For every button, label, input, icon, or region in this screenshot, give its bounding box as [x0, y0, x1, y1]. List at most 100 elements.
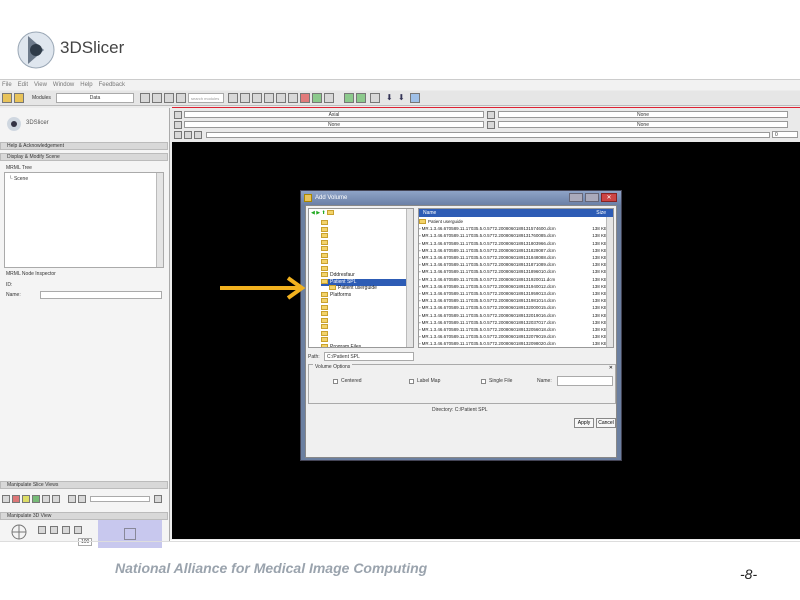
fg-pin-icon[interactable]	[174, 121, 182, 129]
file-list[interactable]: Name Size Patient userguide ▫MR.1.3.46.67…	[418, 208, 614, 348]
menu-file[interactable]: File	[2, 82, 12, 88]
search-icon[interactable]	[176, 93, 186, 103]
tree-nav-icons[interactable]: ◀ ▶ ⬆	[311, 210, 351, 217]
menu-view[interactable]: View	[34, 82, 47, 88]
name-column-header[interactable]: Name	[419, 210, 436, 216]
maximize-icon[interactable]	[585, 193, 599, 202]
rock-icon[interactable]	[50, 526, 58, 534]
label-map-checkbox[interactable]	[409, 379, 414, 384]
right-view-selector-1[interactable]: None	[498, 111, 788, 118]
transform-icon[interactable]	[252, 93, 262, 103]
help-section-header[interactable]: Help & Acknowledgement	[0, 142, 168, 150]
next-module-icon[interactable]	[152, 93, 162, 103]
volume-name-input[interactable]	[557, 376, 613, 386]
3d-view-navigator[interactable]	[98, 520, 162, 548]
node-name-input[interactable]	[40, 291, 162, 299]
zoom-field[interactable]: 100	[78, 538, 93, 546]
right-view-selector-2[interactable]: None	[498, 121, 788, 128]
models-icon[interactable]	[276, 93, 286, 103]
stereo-icon[interactable]	[74, 526, 82, 534]
menu-feedback[interactable]: Feedback	[99, 82, 125, 88]
layout-icon[interactable]	[312, 93, 322, 103]
slice-bg-icon[interactable]	[78, 495, 86, 503]
view-fourup-icon[interactable]	[356, 93, 366, 103]
history-icon[interactable]	[164, 93, 174, 103]
file-row[interactable]: ▫MR.1.3.46.670589.11.17035.5.0.5772.2008…	[419, 240, 607, 247]
file-row[interactable]: ▫MR.1.3.46.670589.11.17035.5.0.5772.2008…	[419, 276, 607, 283]
pan-icon[interactable]	[240, 93, 250, 103]
file-row[interactable]: ▫MR.1.3.46.670589.11.17035.5.0.5772.2008…	[419, 247, 607, 254]
collapse-icon[interactable]: ✕	[609, 365, 613, 371]
scene-tree-item[interactable]: └ Scene	[9, 176, 28, 182]
menu-help[interactable]: Help	[80, 82, 92, 88]
file-row[interactable]: ▫MR.1.3.46.670589.11.17035.5.0.5772.2008…	[419, 297, 607, 304]
module-search-input[interactable]: search modules	[188, 93, 224, 103]
crosshair-icon[interactable]	[324, 93, 334, 103]
menu-window[interactable]: Window	[53, 82, 74, 88]
slice-fit-icon[interactable]	[2, 495, 10, 503]
slice-green-icon[interactable]	[32, 495, 40, 503]
file-row[interactable]: ▫MR.1.3.46.670589.11.17035.5.0.5772.2008…	[419, 290, 607, 297]
slice-offset-icon[interactable]	[174, 131, 182, 139]
file-row[interactable]: ▫MR.1.3.46.670589.11.17035.5.0.5772.2008…	[419, 225, 607, 232]
dialog-titlebar[interactable]: Add Volume ✕	[301, 191, 621, 205]
slice-link-icon[interactable]	[42, 495, 50, 503]
file-row[interactable]: ▫MR.1.3.46.670589.11.17035.5.0.5772.2008…	[419, 312, 607, 319]
manipulate-3d-header[interactable]: Manipulate 3D View	[0, 512, 168, 520]
file-row[interactable]: Patient userguide	[419, 218, 607, 225]
save-scene-icon[interactable]	[14, 93, 24, 103]
tree-item[interactable]: Program Files	[321, 344, 413, 347]
apply-button[interactable]: Apply	[574, 418, 594, 428]
arrow-down-icon[interactable]: ⬇	[386, 93, 396, 103]
capture-icon[interactable]	[370, 93, 380, 103]
mouse-mode-icon[interactable]	[228, 93, 238, 103]
slice-grid-icon[interactable]	[52, 495, 60, 503]
tree-scrollbar[interactable]	[406, 209, 413, 347]
display-section-header[interactable]: Display & Modify Scene	[0, 153, 168, 161]
slice-opacity-slider[interactable]	[90, 496, 150, 502]
red-slice-pin-icon[interactable]	[174, 111, 182, 119]
left-volume-selector[interactable]: None	[184, 121, 484, 128]
file-row[interactable]: ▫MR.1.3.46.670589.11.17035.5.0.5772.2008…	[419, 283, 607, 290]
size-column-header[interactable]: Size	[596, 209, 606, 217]
spin-icon[interactable]	[38, 526, 46, 534]
cancel-button[interactable]: Cancel	[596, 418, 616, 428]
slice-fg-icon[interactable]	[68, 495, 76, 503]
fiducials-icon[interactable]	[288, 93, 298, 103]
file-list-scrollbar[interactable]	[606, 217, 613, 347]
view-conventional-icon[interactable]	[344, 93, 354, 103]
file-row[interactable]: ▫MR.1.3.46.670589.11.17035.5.0.5772.2008…	[419, 268, 607, 275]
mrml-tree[interactable]: └ Scene	[4, 172, 164, 268]
file-row[interactable]: ▫MR.1.3.46.670589.11.17035.5.0.5772.2008…	[419, 340, 607, 347]
rotate-compass-icon[interactable]	[4, 524, 34, 540]
modules-select[interactable]: Data	[56, 93, 134, 103]
file-row[interactable]: ▫MR.1.3.46.670589.11.17035.5.0.5772.2008…	[419, 232, 607, 239]
arrow-down-2-icon[interactable]: ⬇	[398, 93, 408, 103]
tree-scrollbar[interactable]	[156, 173, 163, 267]
minimize-icon[interactable]	[569, 193, 583, 202]
centered-checkbox[interactable]	[333, 379, 338, 384]
file-row[interactable]: ▫MR.1.3.46.670589.11.17035.5.0.5772.2008…	[419, 326, 607, 333]
load-scene-icon[interactable]	[2, 93, 12, 103]
slice-settings-icon[interactable]	[154, 495, 162, 503]
volumes-icon[interactable]	[264, 93, 274, 103]
file-row[interactable]: ▫MR.1.3.46.670589.11.17035.5.0.5772.2008…	[419, 319, 607, 326]
bg-pin-icon[interactable]	[487, 121, 495, 129]
slice-visibility-icon[interactable]	[184, 131, 192, 139]
file-row[interactable]: ▫MR.1.3.46.670589.11.17035.5.0.5772.2008…	[419, 333, 607, 340]
prev-module-icon[interactable]	[140, 93, 150, 103]
path-field[interactable]: C:/Patient SPL	[324, 352, 414, 361]
ortho-icon[interactable]	[62, 526, 70, 534]
red-slice-orientation[interactable]: Axial	[184, 111, 484, 118]
slice-offset-value[interactable]: 0	[772, 131, 798, 138]
slice-lock-icon[interactable]	[194, 131, 202, 139]
file-row[interactable]: ▫MR.1.3.46.670589.11.17035.5.0.5772.2008…	[419, 261, 607, 268]
slice-yellow-icon[interactable]	[22, 495, 30, 503]
file-row[interactable]: ▫MR.1.3.46.670589.11.17035.5.0.5772.2008…	[419, 254, 607, 261]
yellow-slice-pin-icon[interactable]	[487, 111, 495, 119]
menu-edit[interactable]: Edit	[18, 82, 28, 88]
slice-red-icon[interactable]	[12, 495, 20, 503]
folder-tree[interactable]: ◀ ▶ ⬆ Dddresfaur Patient SPL Patient userg…	[308, 208, 414, 348]
editor-icon[interactable]	[300, 93, 310, 103]
single-file-checkbox[interactable]	[481, 379, 486, 384]
